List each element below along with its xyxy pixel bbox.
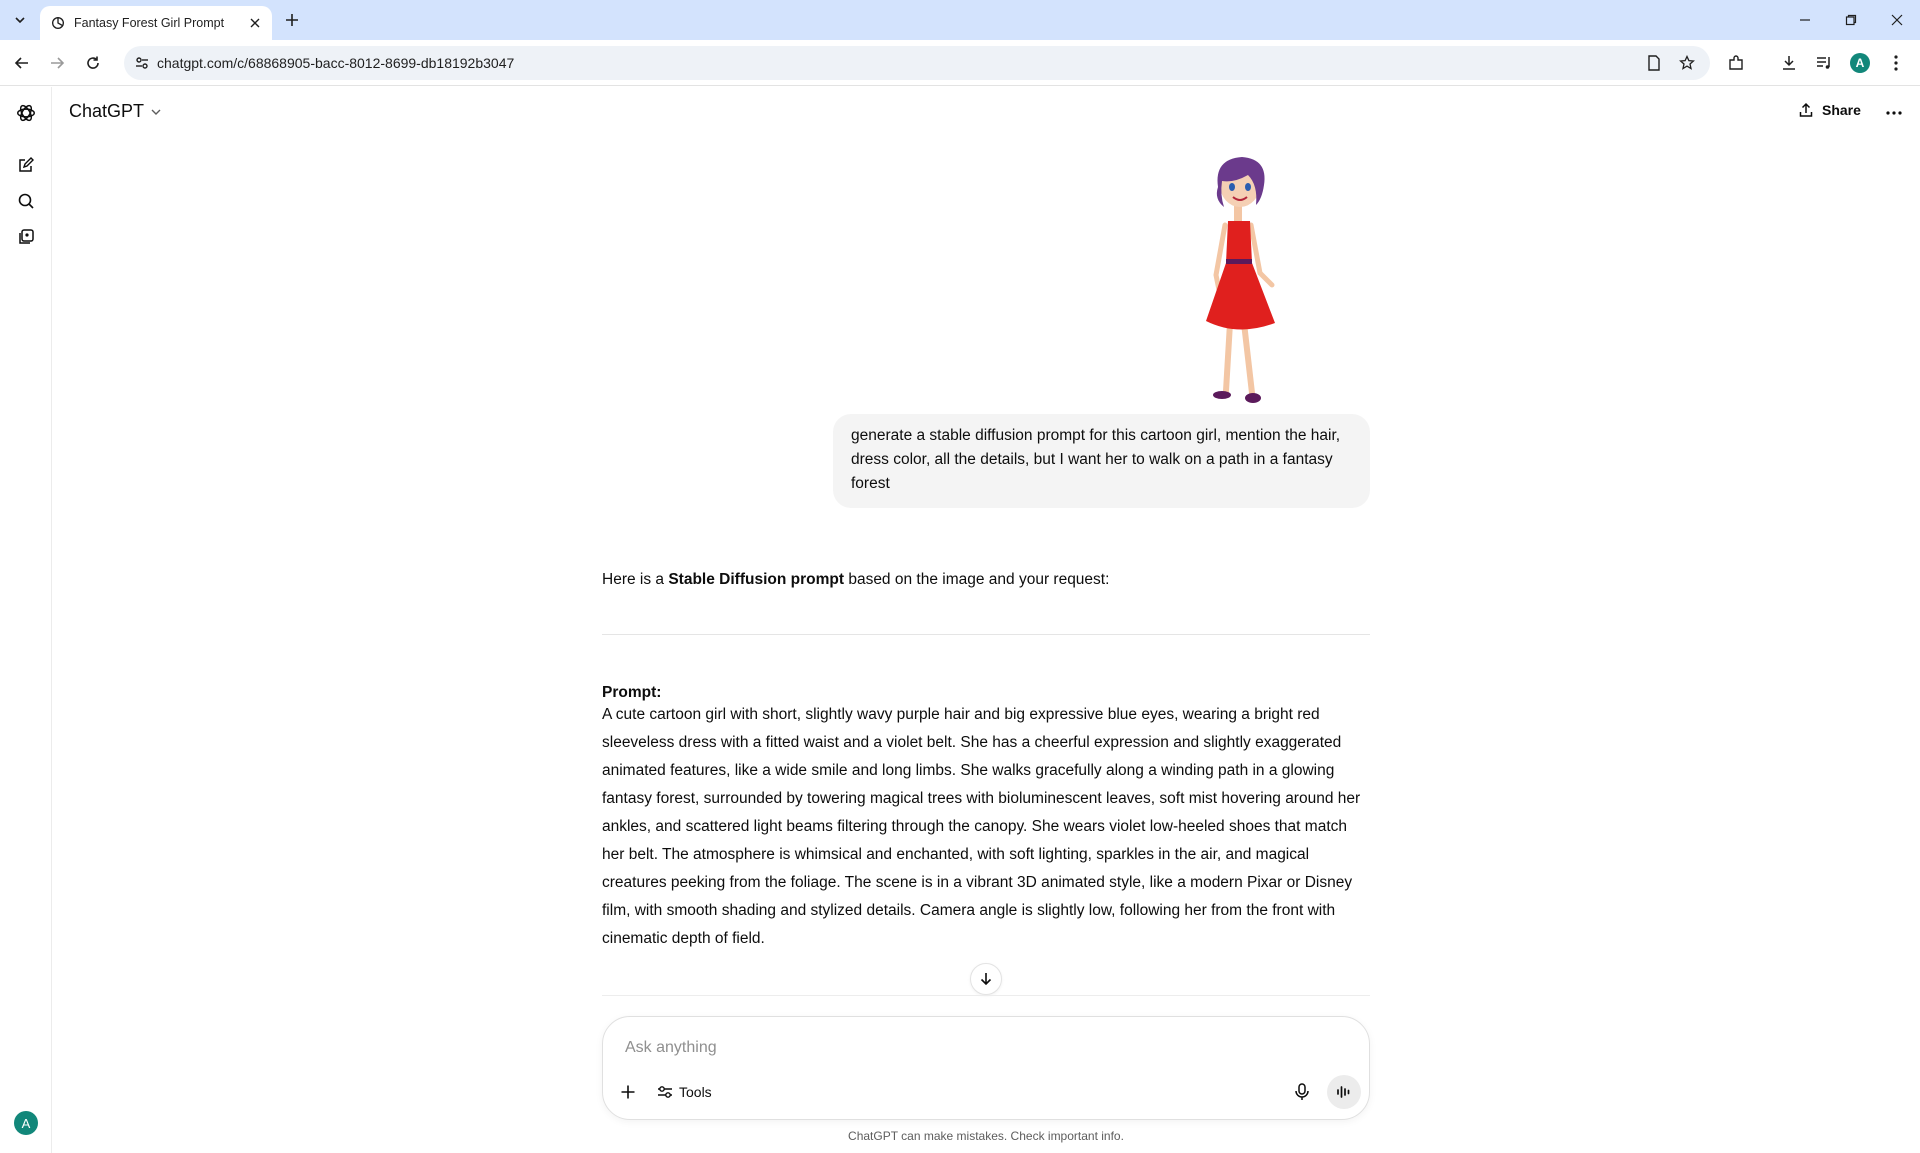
chatgpt-app: A ChatGPT Share generate a stable diffus… — [0, 87, 1920, 1153]
extensions-icon[interactable] — [1725, 52, 1747, 74]
minimize-button[interactable] — [1782, 0, 1828, 40]
chat-input[interactable] — [623, 1035, 1323, 1061]
star-icon[interactable] — [1677, 53, 1697, 73]
close-icon — [1891, 14, 1903, 26]
back-button[interactable] — [10, 51, 34, 75]
prompt-body: A cute cartoon girl with short, slightly… — [602, 706, 1361, 947]
sidebar-rail: A — [0, 87, 52, 1153]
profile-button[interactable]: A — [1849, 52, 1871, 74]
close-icon[interactable] — [246, 14, 264, 32]
openai-logo-icon — [50, 15, 66, 31]
plus-icon — [285, 13, 299, 27]
new-chat-icon[interactable] — [14, 153, 38, 177]
openai-logo-icon[interactable] — [14, 101, 38, 125]
model-selector[interactable]: ChatGPT — [69, 101, 162, 122]
assistant-intro: Here is a Stable Diffusion prompt based … — [602, 566, 1372, 594]
attach-button[interactable] — [615, 1079, 641, 1105]
close-window-button[interactable] — [1874, 0, 1920, 40]
reload-icon — [85, 55, 101, 71]
url-text: chatgpt.com/c/68868905-bacc-8012-8699-db… — [157, 55, 515, 71]
tab-strip: Fantasy Forest Girl Prompt — [0, 0, 1920, 40]
voice-mode-icon[interactable] — [1327, 1075, 1361, 1109]
page-icon[interactable] — [1644, 53, 1664, 73]
intro-text-after: based on the image and your request: — [844, 571, 1110, 588]
library-icon[interactable] — [14, 225, 38, 249]
site-settings-icon[interactable] — [132, 53, 152, 73]
share-icon — [1798, 102, 1814, 118]
user-message: generate a stable diffusion prompt for t… — [833, 414, 1370, 508]
avatar: A — [1850, 53, 1870, 73]
back-arrow-icon — [14, 55, 30, 71]
browser-toolbar: chatgpt.com/c/68868905-bacc-8012-8699-db… — [0, 40, 1920, 86]
arrow-down-icon — [979, 972, 993, 986]
divider — [602, 995, 1370, 996]
media-icon[interactable] — [1813, 52, 1835, 74]
tab-search-icon[interactable] — [8, 8, 32, 32]
search-icon[interactable] — [14, 189, 38, 213]
active-tab[interactable]: Fantasy Forest Girl Prompt — [40, 6, 272, 40]
minimize-icon — [1799, 14, 1811, 26]
download-icon[interactable] — [1778, 52, 1800, 74]
tab-title: Fantasy Forest Girl Prompt — [74, 16, 225, 30]
window-controls — [1782, 0, 1920, 40]
share-label: Share — [1822, 102, 1861, 118]
kebab-menu-icon[interactable] — [1885, 52, 1907, 74]
intro-text-before: Here is a — [602, 571, 669, 588]
more-icon[interactable] — [1883, 102, 1905, 124]
plus-icon — [620, 1084, 636, 1100]
forward-arrow-icon — [49, 55, 65, 71]
scroll-to-bottom-button[interactable] — [970, 963, 1002, 995]
new-tab-button[interactable] — [282, 10, 302, 30]
chevron-down-icon — [150, 106, 162, 118]
disclaimer: ChatGPT can make mistakes. Check importa… — [848, 1129, 1124, 1143]
divider — [602, 634, 1370, 635]
share-button[interactable]: Share — [1798, 102, 1861, 118]
reload-button[interactable] — [81, 51, 105, 75]
tools-icon — [657, 1084, 673, 1100]
tools-label: Tools — [679, 1084, 712, 1100]
forward-button[interactable] — [45, 51, 69, 75]
user-avatar[interactable]: A — [14, 1111, 38, 1135]
restore-icon — [1845, 14, 1857, 26]
restore-button[interactable] — [1828, 0, 1874, 40]
address-bar[interactable]: chatgpt.com/c/68868905-bacc-8012-8699-db… — [124, 46, 1710, 80]
uploaded-image[interactable] — [1130, 155, 1330, 405]
model-name: ChatGPT — [69, 101, 145, 121]
intro-bold-text: Stable Diffusion prompt — [668, 571, 845, 588]
composer: Tools — [602, 1016, 1370, 1120]
mic-icon[interactable] — [1289, 1079, 1315, 1105]
tools-button[interactable]: Tools — [657, 1079, 712, 1105]
